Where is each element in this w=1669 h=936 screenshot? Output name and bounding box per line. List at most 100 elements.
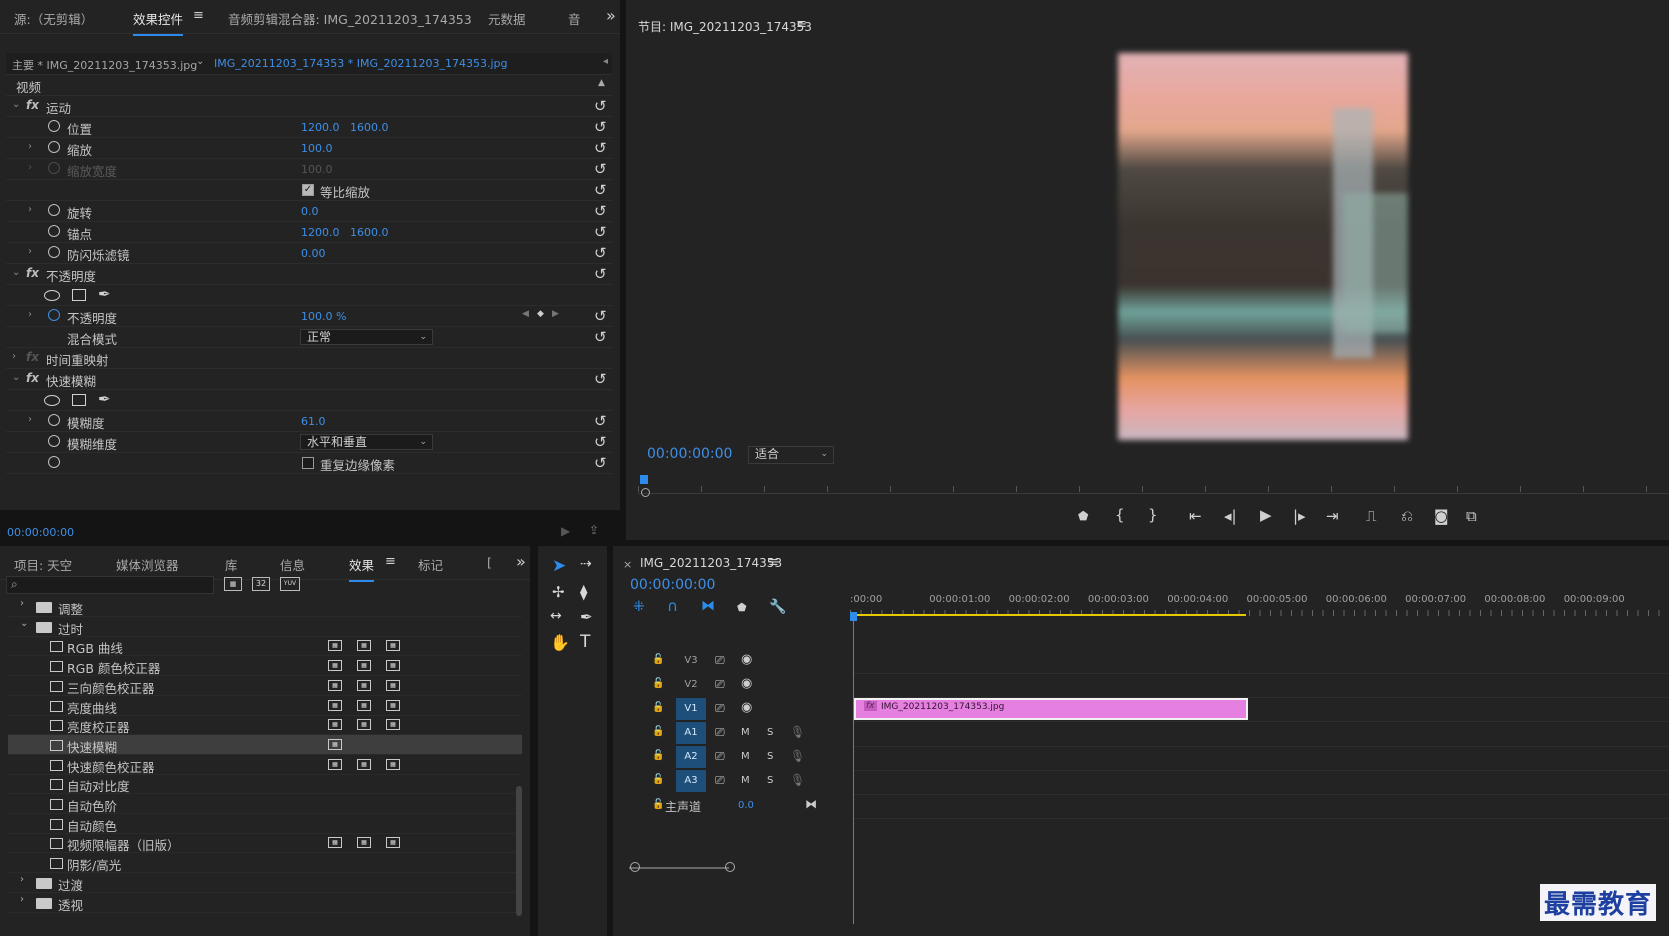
- effects-menu-icon[interactable]: ≡: [385, 554, 396, 569]
- motion-effect-row[interactable]: ⌄ fx 运动 ↺: [6, 96, 612, 117]
- tab-audio-mixer[interactable]: 音频剪辑混合器: IMG_20211203_174353: [228, 9, 472, 28]
- tab-effect-controls[interactable]: 效果控件: [133, 9, 184, 36]
- ellipse-mask-icon[interactable]: [44, 290, 60, 301]
- reset-icon[interactable]: ↺: [594, 412, 607, 430]
- add-marker-icon[interactable]: ⬟: [737, 601, 747, 614]
- eye-icon[interactable]: ◉: [741, 652, 752, 667]
- effect-item-row[interactable]: 视频限幅器（旧版） ▦ ▦ ▦: [8, 833, 522, 854]
- effect-controls-menu-icon[interactable]: ≡: [193, 8, 204, 23]
- expand-chevron-icon[interactable]: ⌄: [12, 372, 20, 383]
- effect-item-row[interactable]: 亮度曲线 ▦ ▦ ▦: [8, 696, 522, 716]
- extract-icon[interactable]: ⎌: [1401, 507, 1413, 525]
- razor-tool-icon[interactable]: ⧫: [580, 583, 587, 601]
- fit-dropdown[interactable]: 适合 ⌄: [748, 446, 834, 464]
- lock-icon[interactable]: 🔓: [652, 702, 664, 713]
- filter-accelerated-icon[interactable]: ▦: [224, 577, 242, 591]
- filter-yuv-icon[interactable]: YUV: [280, 577, 300, 591]
- step-back-icon[interactable]: ◂|: [1224, 507, 1237, 525]
- lock-icon[interactable]: 🔓: [652, 750, 664, 761]
- selection-tool-icon[interactable]: ➤: [552, 556, 566, 576]
- nest-sequence-icon[interactable]: ⁜: [633, 599, 645, 615]
- export-icon[interactable]: ⇪: [589, 523, 599, 537]
- timeline-ruler[interactable]: :00:00 00:00:01:00 00:00:02:00 00:00:03:00 0…: [850, 584, 1669, 618]
- rectangle-mask-icon[interactable]: [72, 394, 86, 406]
- stopwatch-icon[interactable]: [48, 435, 60, 447]
- track-header-v3[interactable]: 🔓 V3 ⎚ ◉: [615, 650, 851, 673]
- effects-folder-row[interactable]: › 透视: [8, 893, 522, 913]
- collapse-icon[interactable]: ◂: [603, 56, 608, 67]
- fx-toggle-icon[interactable]: fx: [26, 98, 39, 112]
- video-clip[interactable]: fx IMG_20211203_174353.jpg: [854, 698, 1248, 720]
- reset-icon[interactable]: ↺: [594, 223, 607, 241]
- fx-toggle-icon[interactable]: fx: [26, 266, 39, 280]
- export-frame-icon[interactable]: ◙: [1434, 507, 1449, 525]
- tab-markers[interactable]: 标记: [418, 555, 443, 574]
- fx-toggle-icon[interactable]: fx: [26, 371, 39, 385]
- track-header-a2[interactable]: 🔓 A2 ⎚ M S 🎙: [615, 746, 851, 769]
- reset-icon[interactable]: ↺: [594, 139, 607, 157]
- program-time-ruler[interactable]: [638, 476, 1669, 494]
- effect-item-row[interactable]: RGB 颜色校正器 ▦ ▦ ▦: [8, 656, 522, 677]
- program-menu-icon[interactable]: ≡: [796, 17, 807, 32]
- reset-icon[interactable]: ↺: [594, 370, 607, 388]
- time-remap-row[interactable]: › fx 时间重映射: [6, 348, 612, 369]
- compare-view-icon[interactable]: ⧉: [1466, 507, 1477, 525]
- sync-lock-icon[interactable]: ⎚: [715, 725, 725, 740]
- play-only-audio-icon[interactable]: ▶: [561, 524, 570, 538]
- effect-item-row[interactable]: 阴影/高光: [8, 853, 522, 874]
- reset-icon[interactable]: ↺: [594, 181, 607, 199]
- program-monitor-title[interactable]: 节目: IMG_20211203_174353: [638, 18, 812, 35]
- expand-chevron-icon[interactable]: ⌄: [12, 267, 20, 278]
- fast-blur-effect-row[interactable]: ⌄ fx 快速模糊 ↺: [6, 369, 612, 390]
- expand-chevron-icon[interactable]: ›: [12, 351, 16, 362]
- track-header-a3[interactable]: 🔓 A3 ⎚ M S 🎙: [615, 770, 851, 793]
- anchor-y-value[interactable]: 1600.0: [350, 226, 389, 239]
- program-timecode[interactable]: 00:00:00:00: [647, 446, 732, 462]
- scroll-up-icon[interactable]: ▲: [598, 78, 605, 88]
- expand-chevron-icon[interactable]: ›: [28, 246, 32, 257]
- add-keyframe-icon[interactable]: ◆: [537, 309, 544, 319]
- chevron-right-icon[interactable]: ›: [20, 874, 24, 885]
- effect-item-row[interactable]: 快速模糊 ▦: [8, 734, 522, 755]
- repeat-edge-checkbox[interactable]: [302, 457, 314, 469]
- scale-value[interactable]: 100.0: [301, 142, 333, 155]
- stopwatch-icon[interactable]: [48, 309, 60, 321]
- stopwatch-icon[interactable]: [48, 120, 60, 132]
- opacity-effect-row[interactable]: ⌄ fx 不透明度 ↺: [6, 264, 612, 285]
- microphone-icon[interactable]: 🎙: [790, 725, 805, 739]
- master-track-header[interactable]: 🔓 主声道 0.0 ⧓: [615, 795, 851, 818]
- effect-controls-timecode-readout[interactable]: 00:00:00:00: [7, 526, 74, 539]
- reset-icon[interactable]: ↺: [594, 433, 607, 451]
- reset-icon[interactable]: ↺: [594, 454, 607, 472]
- work-area-bar[interactable]: [850, 614, 1246, 616]
- effect-item-row[interactable]: RGB 曲线 ▦ ▦ ▦: [8, 636, 522, 657]
- stopwatch-icon[interactable]: [48, 456, 60, 468]
- reset-icon[interactable]: ↺: [594, 307, 607, 325]
- hand-tool-icon[interactable]: ✋: [550, 633, 570, 652]
- program-playhead[interactable]: [640, 475, 648, 484]
- reset-icon[interactable]: ↺: [594, 328, 607, 346]
- track-name[interactable]: A2: [676, 746, 706, 768]
- stopwatch-icon[interactable]: [48, 225, 60, 237]
- lift-icon[interactable]: ⎍: [1366, 507, 1377, 525]
- timeline-hscroll[interactable]: [629, 867, 729, 869]
- lock-icon[interactable]: 🔓: [652, 774, 664, 785]
- pen-mask-icon[interactable]: ✒: [98, 390, 111, 408]
- eye-icon[interactable]: ◉: [741, 676, 752, 691]
- expand-chevron-icon[interactable]: ›: [28, 141, 32, 152]
- type-tool-icon[interactable]: T: [580, 632, 590, 652]
- mute-button[interactable]: M: [741, 775, 750, 786]
- sync-lock-icon[interactable]: ⎚: [715, 653, 725, 668]
- eye-icon[interactable]: ◉: [741, 700, 752, 715]
- tab-info[interactable]: 信息: [280, 555, 305, 574]
- track-header-a1[interactable]: 🔓 A1 ⎚ M S 🎙: [615, 722, 851, 745]
- expand-chevron-icon[interactable]: ⌄: [12, 99, 20, 110]
- linked-selection-icon[interactable]: ⧓: [701, 598, 715, 614]
- reset-icon[interactable]: ↺: [594, 265, 607, 283]
- position-x-value[interactable]: 1200.0: [301, 121, 340, 134]
- ripple-edit-tool-icon[interactable]: ✢: [552, 583, 565, 601]
- scroll-handle-left-icon[interactable]: [630, 862, 640, 872]
- tab-project[interactable]: 项目: 天空: [14, 555, 72, 574]
- effects-folder-row[interactable]: › 调整: [8, 597, 522, 617]
- microphone-icon[interactable]: 🎙: [790, 773, 805, 787]
